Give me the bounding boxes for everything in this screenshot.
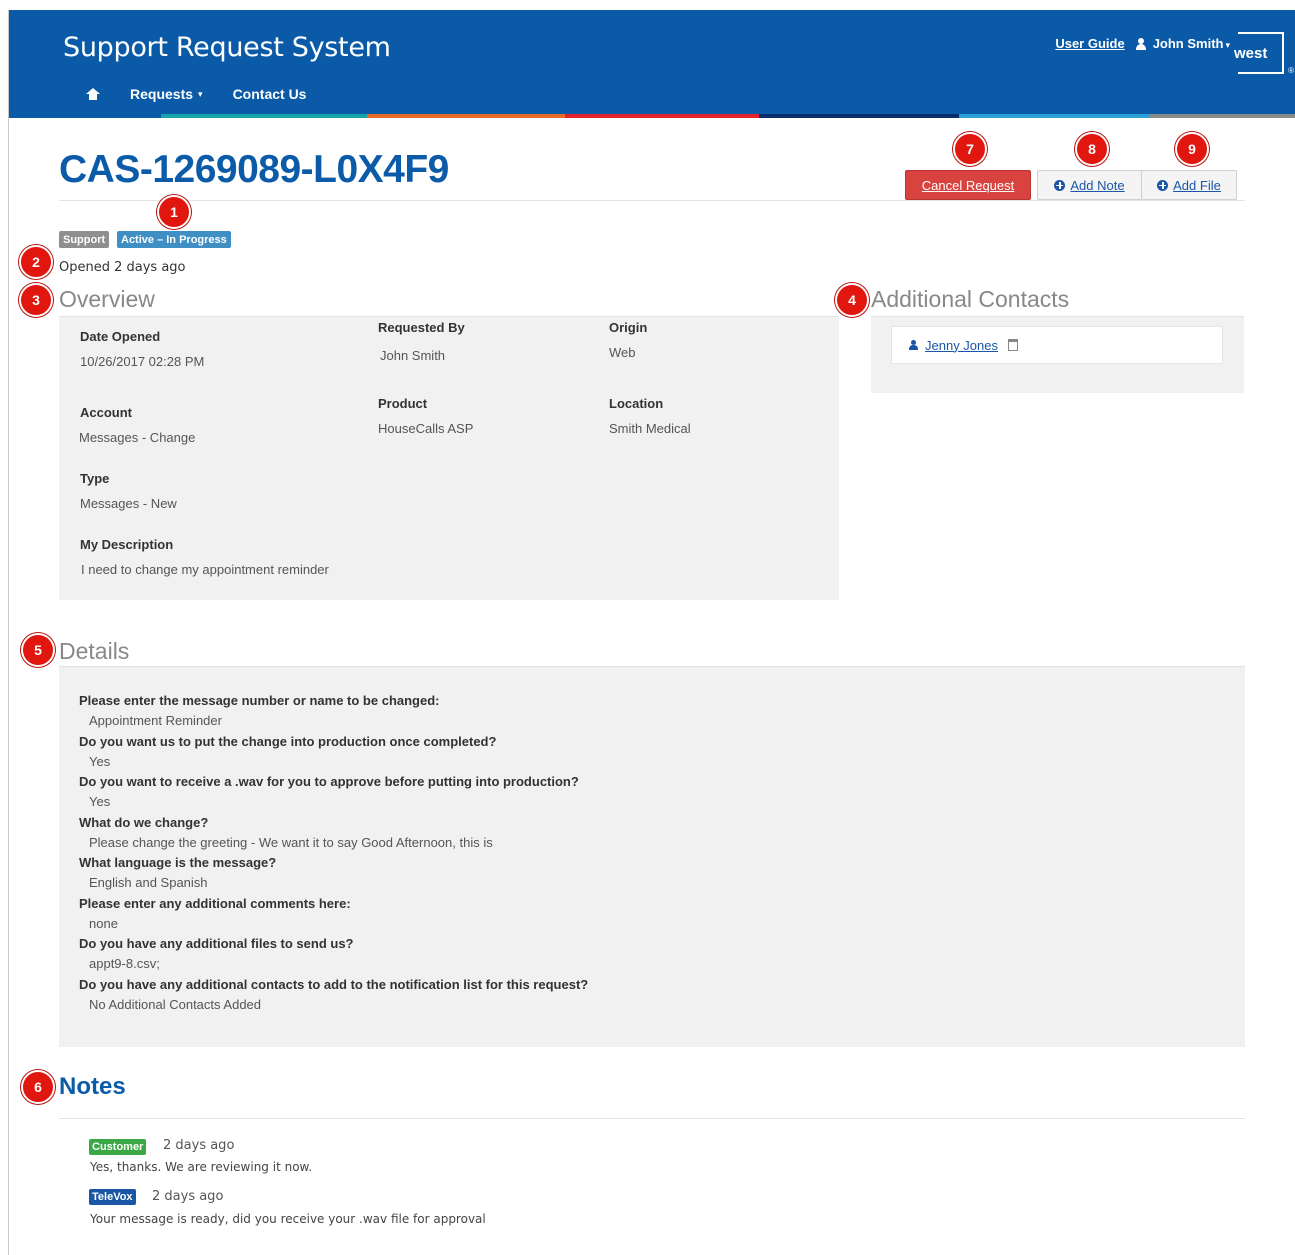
stripe-segment	[161, 114, 367, 118]
callout-badge: 9	[1175, 132, 1209, 166]
callout-badge: 8	[1075, 132, 1109, 166]
plus-circle-icon	[1054, 179, 1066, 191]
add-note-button[interactable]: Add Note	[1037, 170, 1142, 200]
notes-heading: Notes	[59, 1073, 126, 1100]
origin-value: Web	[609, 345, 636, 360]
opened-time: Opened 2 days ago	[59, 260, 186, 275]
header-color-stripe	[9, 114, 1295, 118]
detail-question: Do you want us to put the change into pr…	[79, 733, 497, 749]
app-title: Support Request System	[63, 32, 391, 63]
details-heading: Details	[59, 638, 130, 664]
stripe-segment	[9, 114, 161, 118]
product-label: Product	[378, 396, 428, 411]
note-text: Yes, thanks. We are reviewing it now.	[90, 1160, 313, 1174]
account-label: Account	[80, 405, 132, 420]
overview-panel: Date Opened 10/26/2017 02:28 PM Requeste…	[59, 317, 839, 600]
user-icon	[1135, 37, 1147, 50]
nav-requests-label: Requests	[130, 86, 194, 102]
overview-heading: Overview	[59, 286, 155, 312]
callout-badge: 1	[157, 195, 191, 229]
west-logo: west	[1232, 32, 1284, 74]
date-opened-label: Date Opened	[80, 329, 161, 344]
stripe-segment	[759, 114, 959, 118]
description-value: I need to change my appointment reminder	[81, 562, 329, 577]
date-opened-value: 10/26/2017 02:28 PM	[80, 354, 205, 369]
user-menu[interactable]: John Smith ▾	[1153, 36, 1230, 51]
requested-by-value: John Smith	[380, 348, 446, 363]
person-icon	[908, 339, 919, 351]
user-guide-link[interactable]: User Guide	[1055, 36, 1124, 51]
detail-question: What do we change?	[79, 814, 209, 830]
note-author-tag: Customer	[89, 1139, 147, 1155]
callout-badge: 3	[19, 283, 53, 317]
stripe-segment	[367, 114, 565, 118]
detail-question: Please enter any additional comments her…	[79, 895, 351, 911]
product-value: HouseCalls ASP	[378, 421, 474, 436]
add-note-label: Add Note	[1070, 177, 1125, 193]
detail-answer: English and Spanish	[89, 875, 208, 890]
detail-question: What language is the message?	[79, 855, 277, 870]
nav-contact-us-label: Contact Us	[232, 86, 307, 102]
callout-badge: 4	[835, 283, 869, 317]
callout-badge: 6	[21, 1070, 55, 1104]
detail-answer: none	[89, 915, 118, 931]
cancel-request-button[interactable]: Cancel Request	[905, 170, 1031, 200]
detail-answer: Appointment Reminder	[89, 713, 222, 728]
detail-answer: appt9-8.csv;	[89, 956, 160, 971]
status-label: Active – In Progress	[117, 231, 231, 248]
note-time: 2 days ago	[152, 1189, 224, 1204]
detail-question: Do you have any additional files to send…	[79, 936, 354, 951]
case-id-title: CAS-1269089-L0X4F9	[59, 148, 449, 191]
notes-divider	[59, 1118, 1245, 1119]
note-text: Your message is ready, did you receive y…	[90, 1212, 486, 1226]
stripe-segment	[959, 114, 1149, 118]
location-value: Smith Medical	[609, 421, 691, 436]
chevron-down-icon: ▾	[1225, 40, 1230, 50]
detail-question: Do you want to receive a .wav for you to…	[79, 774, 579, 789]
detail-question: Do you have any additional contacts to a…	[79, 976, 589, 992]
add-file-button[interactable]: Add File	[1141, 170, 1237, 200]
description-label: My Description	[80, 537, 174, 552]
note-author-tag: TeleVox	[89, 1189, 136, 1205]
callout-badge: 5	[21, 633, 55, 667]
home-icon	[86, 87, 100, 101]
origin-label: Origin	[609, 320, 648, 335]
type-value: Messages - New	[80, 496, 177, 511]
category-label: Support	[59, 231, 110, 248]
stripe-segment	[1149, 114, 1295, 118]
logo-text: west	[1232, 44, 1270, 62]
note-time: 2 days ago	[163, 1138, 235, 1153]
registered-mark: ®	[1288, 66, 1294, 75]
contact-link[interactable]: Jenny Jones	[925, 338, 998, 353]
title-divider	[59, 200, 1245, 201]
app-header: Support Request System User Guide John S…	[9, 10, 1295, 118]
nav-requests[interactable]: Requests ▾	[115, 86, 218, 102]
top-right-links: User Guide John Smith ▾	[1055, 36, 1230, 51]
chevron-down-icon: ▾	[198, 88, 203, 99]
page-frame: Support Request System User Guide John S…	[8, 10, 1295, 1255]
stripe-segment	[565, 114, 665, 118]
stripe-segment	[665, 114, 759, 118]
nav-contact-us[interactable]: Contact Us	[218, 86, 322, 102]
location-label: Location	[609, 396, 664, 411]
trash-icon[interactable]	[1008, 339, 1018, 351]
detail-answer: Please change the greeting - We want it …	[89, 834, 493, 850]
main-nav: Requests ▾ Contact Us	[71, 86, 321, 102]
contact-item: Jenny Jones	[891, 326, 1223, 364]
callout-badge: 2	[19, 245, 53, 279]
account-value: Messages - Change	[79, 430, 196, 445]
additional-contacts-heading: Additional Contacts	[871, 286, 1070, 312]
detail-answer: Yes	[89, 794, 111, 809]
nav-home[interactable]	[71, 87, 115, 101]
requested-by-label: Requested By	[378, 320, 465, 335]
detail-answer: No Additional Contacts Added	[89, 996, 262, 1012]
callout-badge: 7	[953, 132, 987, 166]
add-file-label: Add File	[1173, 177, 1221, 193]
user-name: John Smith	[1152, 36, 1224, 51]
detail-question: Please enter the message number or name …	[79, 693, 440, 708]
type-label: Type	[80, 471, 110, 486]
plus-circle-icon	[1157, 179, 1169, 191]
detail-answer: Yes	[89, 753, 111, 769]
